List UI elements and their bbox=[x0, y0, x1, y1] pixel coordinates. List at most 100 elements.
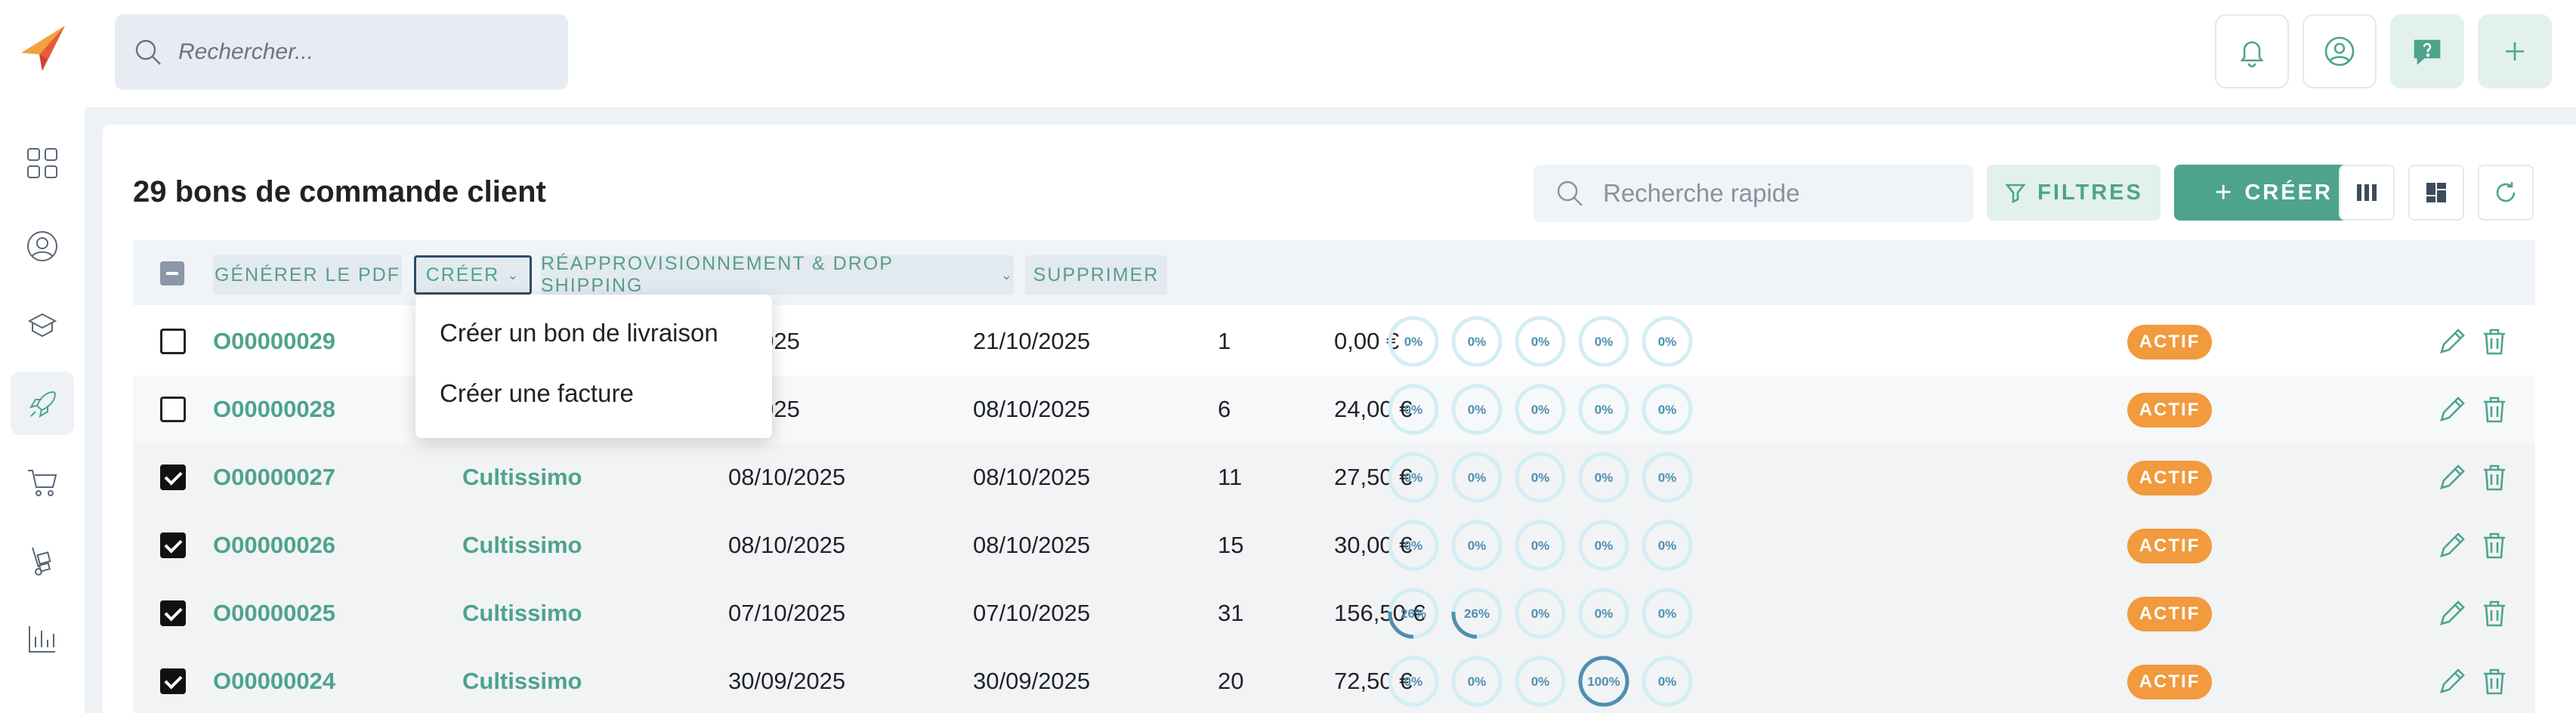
delete-row-button[interactable] bbox=[2478, 665, 2511, 698]
progress-ring: 0% bbox=[1388, 384, 1439, 435]
sidebar-item-stats[interactable] bbox=[11, 607, 74, 671]
global-search-input[interactable]: Rechercher... bbox=[115, 14, 568, 90]
order-number-link[interactable]: O00000028 bbox=[213, 375, 335, 443]
column-view-button[interactable] bbox=[2339, 165, 2395, 221]
progress-ring: 0% bbox=[1388, 520, 1439, 571]
sidebar-item-products[interactable] bbox=[11, 293, 74, 356]
grid-view-button[interactable] bbox=[2408, 165, 2464, 221]
sidebar-item-contacts[interactable] bbox=[11, 215, 74, 278]
delete-row-button[interactable] bbox=[2478, 393, 2511, 426]
edit-button[interactable] bbox=[2435, 665, 2469, 698]
plus-icon: + bbox=[2215, 176, 2235, 208]
sidebar-item-cart[interactable] bbox=[11, 450, 74, 514]
client-link[interactable]: Cultissimo bbox=[462, 647, 582, 713]
progress-ring: 0% bbox=[1642, 656, 1693, 707]
create-dropdown-menu: Créer un bon de livraison Créer une fact… bbox=[415, 295, 772, 438]
progress-label: 0% bbox=[1595, 403, 1614, 417]
client-link[interactable]: Cultissimo bbox=[462, 511, 582, 579]
quantity: 15 bbox=[1218, 532, 1244, 558]
delivery-date: 08/10/2025 bbox=[973, 464, 1091, 490]
restock-dropship-button[interactable]: RÉAPPROVISIONNEMENT & DROP SHIPPING ⌄ bbox=[541, 253, 1014, 296]
filters-button[interactable]: FILTRES bbox=[1987, 165, 2161, 221]
progress-ring: 0% bbox=[1388, 656, 1439, 707]
pencil-icon bbox=[2440, 532, 2465, 557]
progress-label: 0% bbox=[1595, 471, 1614, 485]
order-date: 30/09/2025 bbox=[728, 668, 846, 694]
menu-item-create-delivery-note[interactable]: Créer un bon de livraison bbox=[440, 319, 718, 347]
table-row[interactable]: O00000025 Cultissimo 07/10/2025 07/10/2025 3… bbox=[133, 579, 2535, 647]
filter-icon bbox=[2005, 184, 2026, 204]
progress-ring: 100% bbox=[1578, 656, 1629, 707]
progress-ring: 0% bbox=[1578, 316, 1629, 367]
progress-label: 0% bbox=[1468, 471, 1487, 485]
add-button[interactable] bbox=[2478, 14, 2552, 88]
row-checkbox[interactable] bbox=[160, 329, 186, 354]
restock-label: RÉAPPROVISIONNEMENT & DROP SHIPPING bbox=[541, 253, 894, 296]
edit-button[interactable] bbox=[2435, 529, 2469, 562]
quick-search-placeholder: Recherche rapide bbox=[1603, 179, 1800, 207]
progress-label: 0% bbox=[1468, 674, 1487, 689]
app-logo-icon[interactable] bbox=[17, 23, 69, 76]
progress-label: 0% bbox=[1658, 335, 1677, 349]
create-dropdown-button[interactable]: CRÉER ⌄ bbox=[414, 255, 532, 295]
trash-icon bbox=[2484, 329, 2505, 355]
order-number-link[interactable]: O00000026 bbox=[213, 511, 335, 579]
progress-ring: 0% bbox=[1578, 588, 1629, 639]
order-date: 07/10/2025 bbox=[728, 600, 846, 626]
order-number-link[interactable]: O00000025 bbox=[213, 579, 335, 647]
quick-search-input[interactable]: Recherche rapide bbox=[1534, 165, 1973, 222]
delete-row-button[interactable] bbox=[2478, 325, 2511, 358]
progress-ring: 0% bbox=[1578, 520, 1629, 571]
progress-label: 100% bbox=[1587, 674, 1620, 689]
row-checkbox[interactable] bbox=[160, 532, 186, 558]
columns-icon bbox=[2357, 184, 2377, 201]
sidebar-item-sales[interactable] bbox=[11, 372, 74, 435]
order-number-link[interactable]: O00000024 bbox=[213, 647, 335, 713]
delivery-date: 07/10/2025 bbox=[973, 600, 1091, 626]
pencil-icon bbox=[2440, 600, 2465, 625]
progress-label: 0% bbox=[1658, 471, 1677, 485]
refresh-button[interactable] bbox=[2478, 165, 2534, 221]
delete-row-button[interactable] bbox=[2478, 597, 2511, 630]
row-checkbox[interactable] bbox=[160, 465, 186, 490]
progress-ring: 0% bbox=[1578, 384, 1629, 435]
progress-label: 0% bbox=[1531, 335, 1550, 349]
table-row[interactable]: O00000026 Cultissimo 08/10/2025 08/10/2025 1… bbox=[133, 511, 2535, 579]
progress-ring: 0% bbox=[1451, 384, 1503, 435]
progress-ring: 26% bbox=[1451, 588, 1503, 639]
order-number-link[interactable]: O00000027 bbox=[213, 443, 335, 511]
progress-label: 0% bbox=[1468, 539, 1487, 553]
account-button[interactable] bbox=[2303, 14, 2377, 88]
trash-icon bbox=[2484, 532, 2505, 559]
quantity: 11 bbox=[1218, 464, 1243, 490]
edit-button[interactable] bbox=[2435, 461, 2469, 494]
quantity: 31 bbox=[1218, 600, 1244, 626]
delete-button[interactable]: SUPPRIMER bbox=[1025, 255, 1167, 295]
client-link[interactable]: Cultissimo bbox=[462, 443, 582, 511]
edit-button[interactable] bbox=[2435, 325, 2469, 358]
delete-row-button[interactable] bbox=[2478, 461, 2511, 494]
table-row[interactable]: O00000027 Cultissimo 08/10/2025 08/10/2025 1… bbox=[133, 443, 2535, 511]
help-button[interactable] bbox=[2390, 14, 2464, 88]
row-checkbox[interactable] bbox=[160, 668, 186, 694]
edit-button[interactable] bbox=[2435, 393, 2469, 426]
delete-row-button[interactable] bbox=[2478, 529, 2511, 562]
menu-item-create-invoice[interactable]: Créer une facture bbox=[440, 379, 634, 408]
notifications-button[interactable] bbox=[2215, 14, 2289, 88]
order-date: 08/10/2025 bbox=[728, 532, 846, 558]
plus-icon bbox=[2506, 42, 2524, 60]
progress-ring: 0% bbox=[1642, 316, 1693, 367]
row-checkbox[interactable] bbox=[160, 600, 186, 626]
select-all-checkbox[interactable] bbox=[160, 261, 184, 286]
client-link[interactable]: Cultissimo bbox=[462, 579, 582, 647]
row-checkbox[interactable] bbox=[160, 397, 186, 422]
sidebar-item-dashboard[interactable] bbox=[11, 131, 74, 195]
edit-button[interactable] bbox=[2435, 597, 2469, 630]
progress-ring: 0% bbox=[1515, 316, 1566, 367]
order-number-link[interactable]: O00000029 bbox=[213, 307, 335, 375]
progress-ring: 0% bbox=[1515, 656, 1566, 707]
sidebar-item-logistics[interactable] bbox=[11, 529, 74, 592]
generate-pdf-button[interactable]: GÉNÉRER LE PDF bbox=[213, 255, 402, 295]
layout-grid-icon bbox=[2426, 183, 2446, 202]
table-row[interactable]: O00000024 Cultissimo 30/09/2025 30/09/2025 2… bbox=[133, 647, 2535, 713]
